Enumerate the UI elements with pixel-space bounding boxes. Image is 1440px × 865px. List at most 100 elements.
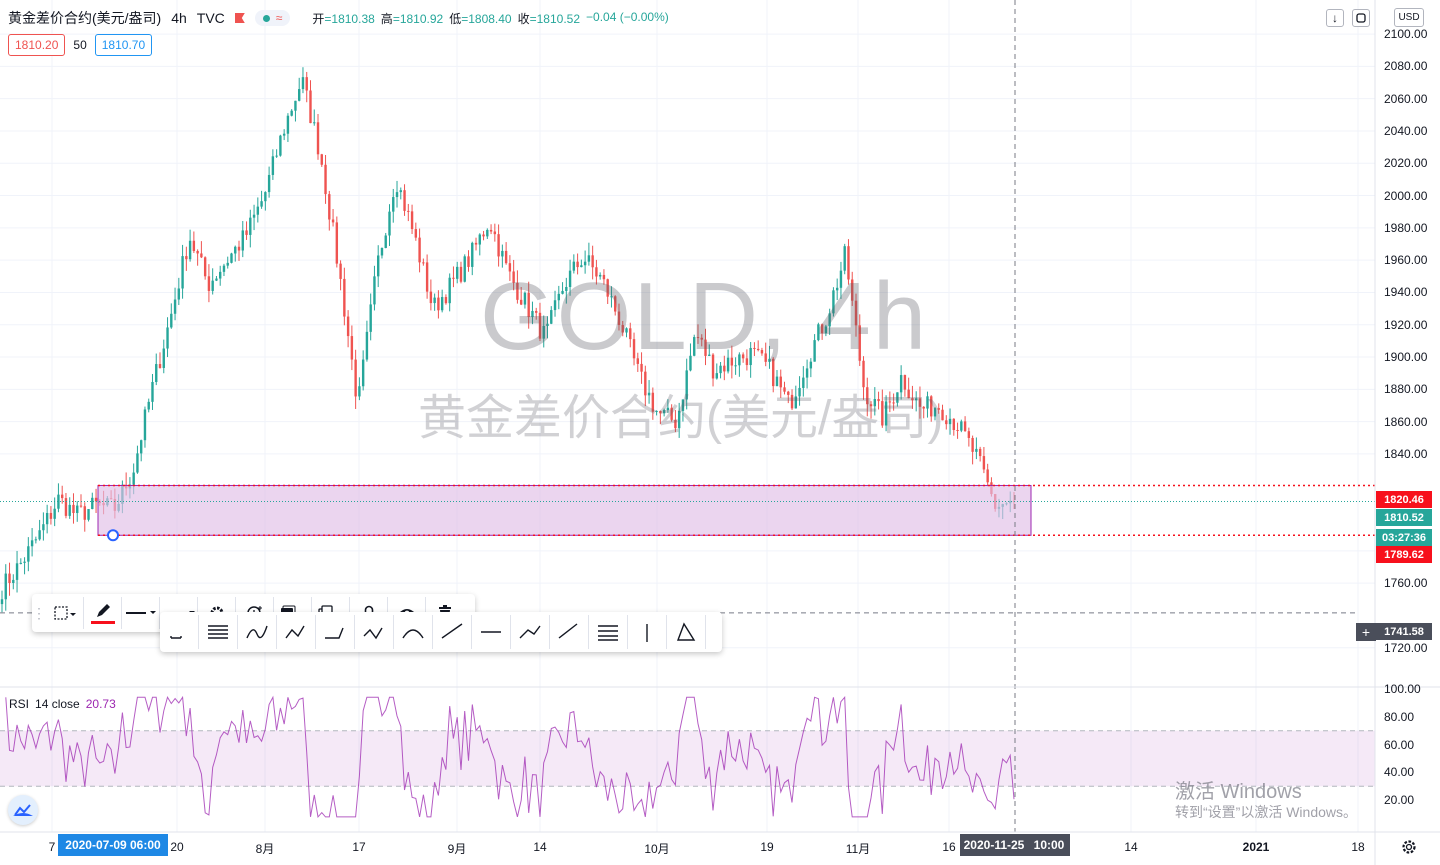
candle-body	[45, 512, 49, 525]
rsi-params[interactable]: 14 close	[35, 697, 80, 711]
drawing-tool-button[interactable]	[628, 615, 667, 649]
candle-body	[4, 573, 7, 600]
candle-body	[456, 266, 459, 279]
logo-cloud-icon	[13, 804, 33, 816]
horizontal-line-tool-icon	[481, 631, 501, 633]
rsi-tick-label: 80.00	[1384, 709, 1415, 724]
candle-body	[395, 192, 399, 198]
drawing-tool-button[interactable]	[160, 615, 199, 649]
time-tick-label: 16	[942, 840, 956, 854]
ohlc-change: −0.04 (−0.00%)	[586, 9, 669, 24]
bid-button[interactable]: 1810.20	[8, 34, 66, 56]
path-tool-icon	[285, 625, 305, 639]
candle-body	[241, 230, 244, 251]
select-template-button[interactable]	[46, 597, 84, 629]
drawing-tool-button[interactable]	[316, 615, 355, 649]
drawing-tool-button[interactable]	[355, 615, 394, 649]
candle-body	[497, 234, 500, 257]
drawing-tool-button[interactable]	[511, 615, 550, 649]
candle-body	[414, 229, 418, 238]
tool-icon-path	[363, 627, 383, 640]
candle-body	[952, 418, 956, 430]
flag-icon[interactable]	[234, 13, 245, 23]
time-tick-label: 18	[1351, 840, 1365, 854]
time-axis-cursor-date: 2020-11-25	[960, 834, 1028, 856]
candle-body	[139, 440, 143, 454]
candle-body	[380, 247, 384, 256]
last-price-label: 1810.52	[1376, 509, 1432, 526]
candle-body	[203, 257, 207, 277]
drawing-tool-button[interactable]	[589, 615, 628, 649]
drawing-tool-button[interactable]	[199, 615, 238, 649]
time-tick-label: 9月	[447, 842, 467, 856]
candle-body	[260, 201, 263, 207]
market-status-pill[interactable]: ≈	[254, 10, 291, 26]
rectangle-zone	[0, 484, 1375, 542]
ohlc-open: 开=1810.38	[312, 11, 375, 26]
rsi-tick-label: 40.00	[1384, 765, 1415, 780]
candle-body	[399, 190, 402, 193]
price-tick-label: 1920.00	[1384, 317, 1428, 332]
drawing-tool-button[interactable]	[550, 615, 589, 649]
tool-icon-path	[246, 625, 268, 639]
line-width-button[interactable]	[122, 597, 160, 629]
drag-handle-icon[interactable]: ⋮	[32, 597, 46, 629]
candle-body	[328, 194, 331, 220]
candle-body	[290, 110, 293, 116]
candle-body	[15, 563, 19, 580]
pencil-color-button[interactable]	[84, 597, 122, 629]
candle-body	[335, 222, 339, 264]
rsi-name[interactable]: RSI	[9, 697, 29, 711]
candle-body	[440, 297, 444, 311]
tool-icon-path	[676, 622, 696, 641]
chart-settings-button[interactable]	[1400, 838, 1418, 856]
candle-body	[482, 234, 485, 237]
time-tick-label: 17	[352, 840, 366, 854]
ask-button[interactable]: 1810.70	[94, 34, 153, 56]
tool-icon-path	[325, 627, 344, 639]
candle-body	[91, 497, 94, 510]
candle-body	[211, 280, 214, 291]
candle-body	[489, 229, 493, 232]
candle-body	[34, 539, 38, 541]
candle-body	[237, 246, 241, 251]
drawing-tool-button[interactable]	[433, 615, 472, 649]
interval[interactable]: 4h	[171, 10, 187, 26]
candle-body	[331, 219, 335, 223]
candle-body	[982, 456, 986, 470]
candle-body	[963, 421, 967, 432]
arrow-down-icon: ↓	[1332, 11, 1338, 25]
symbol-name[interactable]: 黄金差价合约(美元/盎司)	[8, 8, 161, 28]
rsi-legend: RSI 14 close 20.73	[9, 697, 116, 711]
drawing-tool-button[interactable]	[667, 615, 706, 649]
candle-body	[403, 190, 406, 211]
drawing-tool-button[interactable]	[472, 615, 511, 649]
candle-body	[264, 192, 267, 202]
candle-body	[471, 242, 474, 267]
candle-body	[275, 155, 278, 157]
candle-body	[478, 234, 481, 245]
drawing-tool-button[interactable]	[238, 615, 277, 649]
rsi-value: 20.73	[85, 697, 116, 711]
candle-body	[166, 327, 169, 349]
candle-body	[956, 429, 959, 431]
add-plus-button[interactable]: +	[1356, 623, 1376, 641]
drawing-tool-button[interactable]	[394, 615, 433, 649]
candle-body	[365, 331, 369, 360]
candle-body	[384, 235, 387, 248]
candle-body	[192, 240, 196, 251]
time-tick-label: 11月	[845, 842, 871, 856]
tradingview-logo[interactable]	[8, 795, 38, 825]
fullscreen-button[interactable]	[1352, 9, 1370, 27]
candle-body	[425, 262, 429, 292]
date-range-tool-icon	[170, 636, 182, 639]
candle-body	[354, 359, 357, 397]
lower-line-price-label: 1789.62	[1376, 546, 1432, 563]
ohlc-values: 开=1810.38 高=1810.92 低=1808.40 收=1810.52 …	[312, 10, 668, 27]
scroll-down-button[interactable]: ↓	[1326, 9, 1344, 27]
candle-body	[200, 253, 203, 258]
candle-body	[181, 256, 184, 289]
currency-button[interactable]: USD	[1394, 8, 1424, 27]
candle-body	[38, 530, 41, 540]
drawing-tool-button[interactable]	[277, 615, 316, 649]
